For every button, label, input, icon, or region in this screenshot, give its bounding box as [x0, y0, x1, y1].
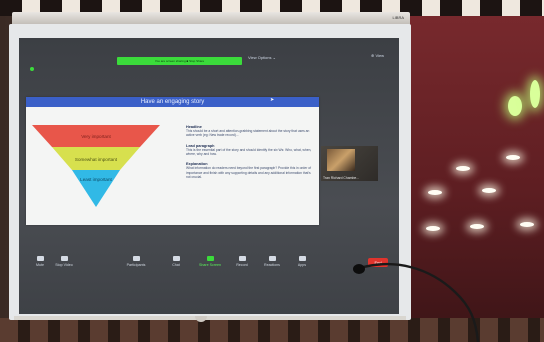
- microphone-gooseneck: [359, 262, 480, 342]
- microphone-stand: [353, 262, 480, 342]
- microphone-icon: [353, 264, 365, 274]
